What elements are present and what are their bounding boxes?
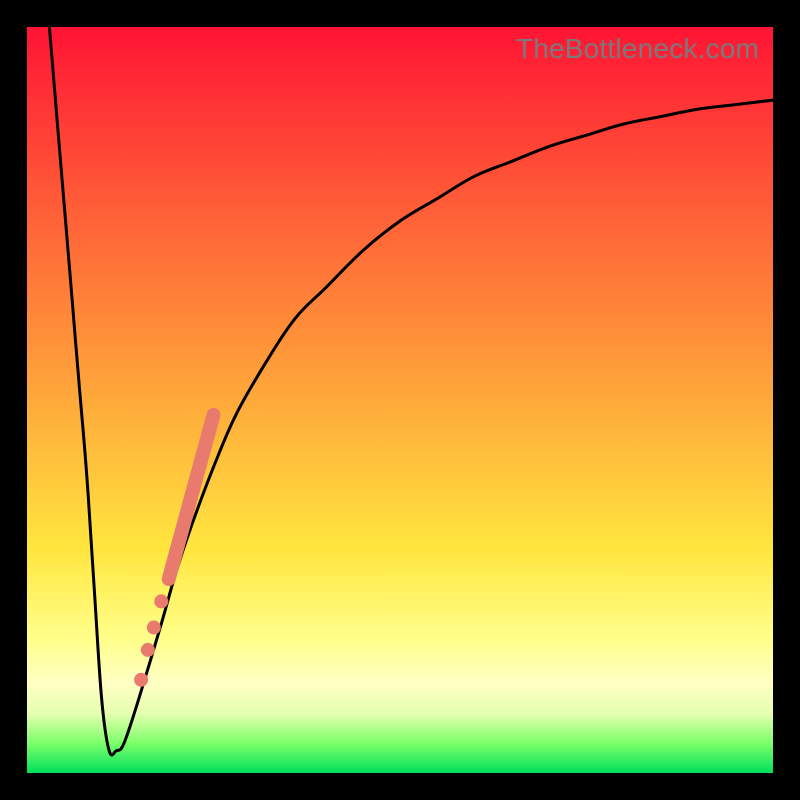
- plot-border: TheBottleneck.com: [0, 0, 800, 800]
- chart-frame: TheBottleneck.com: [0, 0, 800, 800]
- marker-dot: [147, 621, 161, 635]
- marker-dots: [134, 594, 168, 686]
- plot-area: TheBottleneck.com: [27, 27, 773, 773]
- marker-dot: [134, 673, 148, 687]
- chart-svg: [27, 27, 773, 773]
- marker-dot: [154, 594, 168, 608]
- marker-segment: [169, 415, 214, 579]
- bottleneck-curve: [49, 27, 773, 755]
- marker-dot: [141, 643, 155, 657]
